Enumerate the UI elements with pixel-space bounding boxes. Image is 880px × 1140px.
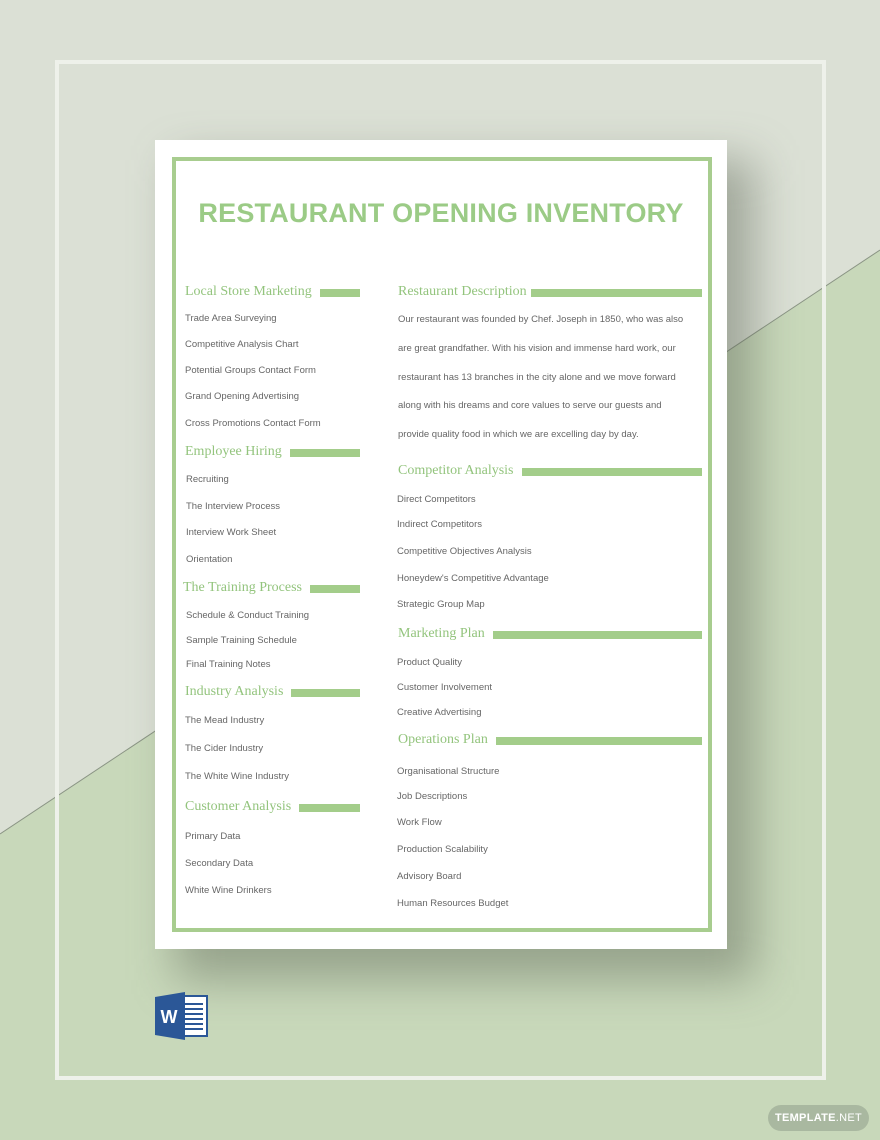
heading-bar <box>310 585 360 593</box>
word-icon: W <box>155 992 208 1040</box>
section-restaurant-description: Restaurant Description Our restaurant wa… <box>398 282 702 440</box>
section-training-process: The Training Process Schedule & Conduct … <box>183 578 360 670</box>
description-line: are great grandfather. With his vision a… <box>398 343 676 354</box>
list-item: Indirect Competitors <box>397 519 483 530</box>
list-item: The Interview Process <box>186 501 280 512</box>
section-heading: Restaurant Description <box>398 284 527 299</box>
list-item: Job Descriptions <box>397 791 468 802</box>
heading-bar <box>521 468 702 476</box>
section-heading: Industry Analysis <box>185 684 284 699</box>
section-heading: Local Store Marketing <box>185 284 312 299</box>
heading-bar <box>291 689 360 697</box>
brand-name-bold: TEMPLATE <box>774 1112 836 1124</box>
heading-bar <box>299 804 360 812</box>
list-item: Orientation <box>186 554 233 565</box>
list-item: Competitive Analysis Chart <box>185 339 299 350</box>
list-item: Final Training Notes <box>186 659 271 670</box>
section-heading: Employee Hiring <box>185 444 282 459</box>
list-item: Secondary Data <box>185 858 254 869</box>
list-item: Potential Groups Contact Form <box>185 365 316 376</box>
list-item: Product Quality <box>397 657 462 668</box>
section-customer-analysis: Customer Analysis Primary Data Secondary… <box>185 797 360 896</box>
description-line: restaurant has 13 branches in the city a… <box>398 372 676 383</box>
section-employee-hiring: Employee Hiring Recruiting The Interview… <box>185 442 360 565</box>
section-heading: The Training Process <box>183 580 302 595</box>
list-item: Sample Training Schedule <box>186 635 297 646</box>
section-heading: Marketing Plan <box>398 626 485 641</box>
section-heading: Customer Analysis <box>185 799 292 814</box>
section-industry-analysis: Industry Analysis The Mead Industry The … <box>185 682 360 782</box>
list-item: The Mead Industry <box>185 715 265 726</box>
brand-badge[interactable]: TEMPLATE .NET <box>768 1105 869 1131</box>
heading-bar <box>495 737 702 745</box>
list-item: White Wine Drinkers <box>185 885 272 896</box>
heading-bar <box>319 289 360 297</box>
heading-bar <box>289 449 360 457</box>
list-item: Strategic Group Map <box>397 599 485 610</box>
description-line: along with his dreams and core values to… <box>398 400 662 411</box>
list-item: Recruiting <box>186 474 229 485</box>
section-local-store-marketing: Local Store Marketing Trade Area Surveyi… <box>185 282 360 429</box>
section-competitor-analysis: Competitor Analysis Direct Competitors I… <box>397 461 702 610</box>
description-line: Our restaurant was founded by Chef. Jose… <box>398 314 684 325</box>
list-item: Organisational Structure <box>397 766 500 777</box>
section-operations-plan: Operations Plan Organisational Structure… <box>397 730 702 909</box>
list-item: Honeydew's Competitive Advantage <box>397 573 549 584</box>
list-item: Direct Competitors <box>397 494 476 505</box>
list-item: Human Resources Budget <box>397 898 509 909</box>
svg-text:W: W <box>161 1007 178 1027</box>
document-page: RESTAURANT OPENING INVENTORY Local Store… <box>155 140 727 949</box>
list-item: Competitive Objectives Analysis <box>397 546 532 557</box>
list-item: Trade Area Surveying <box>185 313 277 324</box>
list-item: Creative Advertising <box>397 707 482 718</box>
list-item: Advisory Board <box>397 871 462 882</box>
list-item: Interview Work Sheet <box>186 527 277 538</box>
list-item: Production Scalability <box>397 844 488 855</box>
list-item: Grand Opening Advertising <box>185 391 300 402</box>
document-title: RESTAURANT OPENING INVENTORY <box>198 198 684 228</box>
list-item: Cross Promotions Contact Form <box>185 418 321 429</box>
list-item: Schedule & Conduct Training <box>186 610 310 621</box>
section-marketing-plan: Marketing Plan Product Quality Customer … <box>397 624 702 718</box>
heading-bar <box>492 631 702 639</box>
brand-name-light: .NET <box>835 1112 863 1124</box>
description-line: provide quality food in which we are exc… <box>398 429 639 440</box>
list-item: The Cider Industry <box>185 743 264 754</box>
section-heading: Competitor Analysis <box>398 463 514 478</box>
list-item: Customer Involvement <box>397 682 493 693</box>
list-item: Work Flow <box>397 817 442 828</box>
heading-bar <box>530 289 702 297</box>
list-item: The White Wine Industry <box>185 771 290 782</box>
section-heading: Operations Plan <box>398 732 488 747</box>
list-item: Primary Data <box>185 831 241 842</box>
